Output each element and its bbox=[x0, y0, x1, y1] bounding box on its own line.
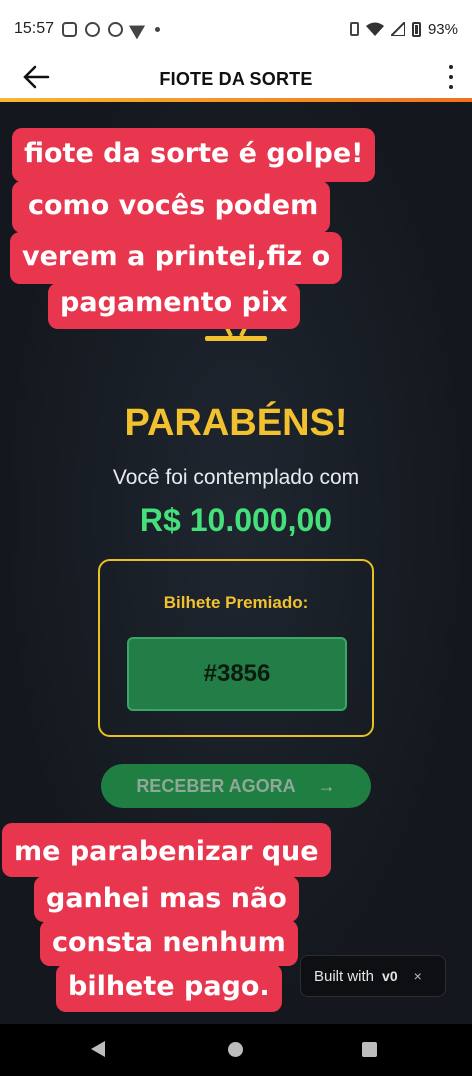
battery-icon bbox=[411, 21, 421, 37]
ticket-label: Bilhete Premiado: bbox=[163, 593, 309, 612]
sticker-line: pagamento pix bbox=[48, 283, 300, 329]
contemplated-text: Você foi contemplado com bbox=[112, 466, 360, 489]
back-arrow-icon[interactable] bbox=[22, 62, 52, 92]
prize-amount: R$ 10.000,00 bbox=[139, 502, 333, 538]
nav-recents-icon[interactable] bbox=[362, 1042, 377, 1057]
whatsapp-icon bbox=[108, 21, 124, 37]
sticker-line: ganhei mas não bbox=[34, 876, 299, 922]
close-icon[interactable]: × bbox=[414, 968, 422, 984]
status-time: 15:57 bbox=[14, 20, 55, 37]
wifi-icon bbox=[365, 22, 384, 36]
receive-button-label: RECEBER AGORA bbox=[136, 775, 296, 796]
arrow-right-icon: → bbox=[317, 775, 336, 796]
nav-back-icon[interactable] bbox=[91, 1041, 105, 1057]
ticket-number: #3856 bbox=[127, 637, 347, 711]
vibrate-icon bbox=[349, 22, 359, 36]
system-nav-bar bbox=[0, 1024, 472, 1076]
nav-home-icon[interactable] bbox=[228, 1042, 243, 1057]
page-title: FIOTE DA SORTE bbox=[159, 68, 313, 89]
receive-now-button[interactable]: RECEBER AGORA → bbox=[101, 764, 371, 808]
sticker-line: como vocês podem bbox=[12, 181, 331, 233]
battery-level: 93% bbox=[427, 20, 458, 38]
app-bar: FIOTE DA SORTE bbox=[0, 58, 472, 100]
signal-icon bbox=[390, 22, 405, 36]
messenger-icon bbox=[85, 21, 101, 37]
sticker-line: bilhete pago. bbox=[56, 964, 282, 1012]
v0-logo-icon: v0 bbox=[382, 968, 398, 984]
instagram-icon bbox=[62, 21, 78, 37]
built-with-label: Built with bbox=[314, 967, 375, 985]
sticker-line: me parabenizar que bbox=[2, 823, 331, 877]
sticker-line: consta nenhum bbox=[40, 920, 298, 966]
sticker-line: verem a printei,fiz o bbox=[10, 232, 343, 284]
status-bar: 15:57 93% bbox=[0, 0, 472, 58]
dot-icon bbox=[155, 26, 161, 32]
winning-ticket-card: Bilhete Premiado: #3856 bbox=[98, 559, 374, 737]
built-with-badge[interactable]: Built with v0 × bbox=[300, 955, 446, 997]
congrats-heading: PARABÉNS! bbox=[124, 402, 348, 444]
sticker-line: fiote da sorte é golpe! bbox=[12, 128, 376, 182]
more-options-icon[interactable] bbox=[444, 62, 458, 92]
telegram-icon bbox=[128, 18, 150, 40]
